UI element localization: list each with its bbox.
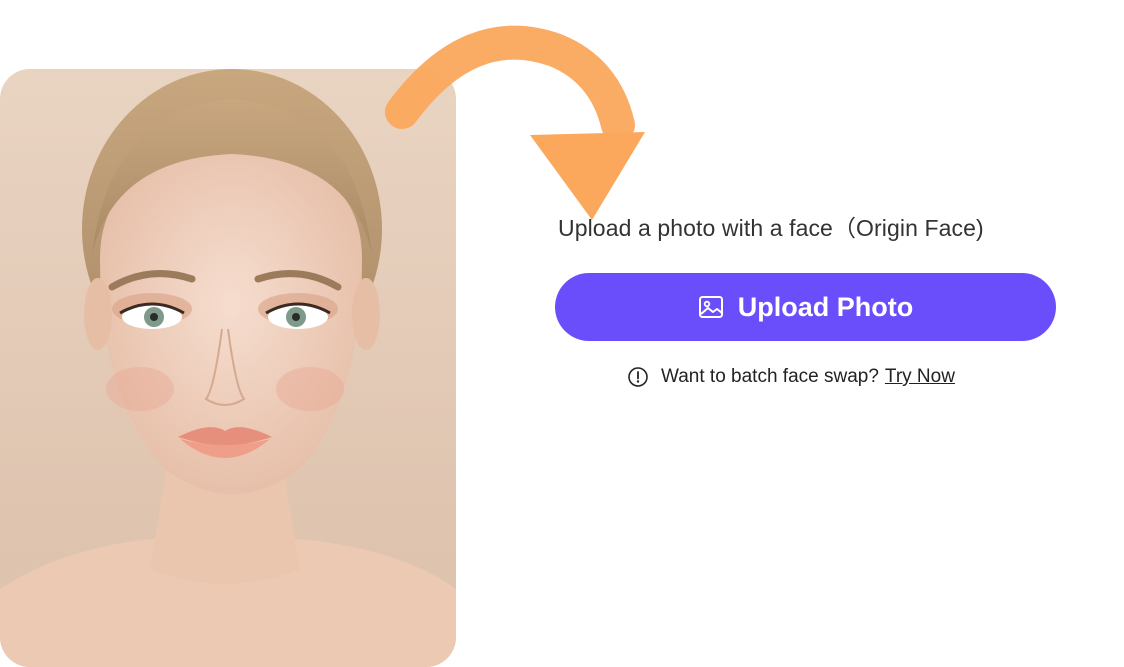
try-now-link[interactable]: Try Now bbox=[885, 366, 955, 387]
batch-swap-prompt: Want to batch face swap? bbox=[661, 366, 879, 387]
upload-instruction-text: Upload a photo with a face（Origin Face) bbox=[558, 215, 984, 241]
info-icon bbox=[628, 367, 648, 387]
image-icon bbox=[698, 296, 723, 318]
batch-swap-row: Want to batch face swap? Try Now bbox=[627, 364, 955, 390]
upload-photo-label: Upload Photo bbox=[737, 291, 914, 322]
curved-arrow-icon bbox=[385, 25, 645, 220]
upload-photo-button[interactable]: Upload Photo bbox=[555, 273, 1056, 341]
